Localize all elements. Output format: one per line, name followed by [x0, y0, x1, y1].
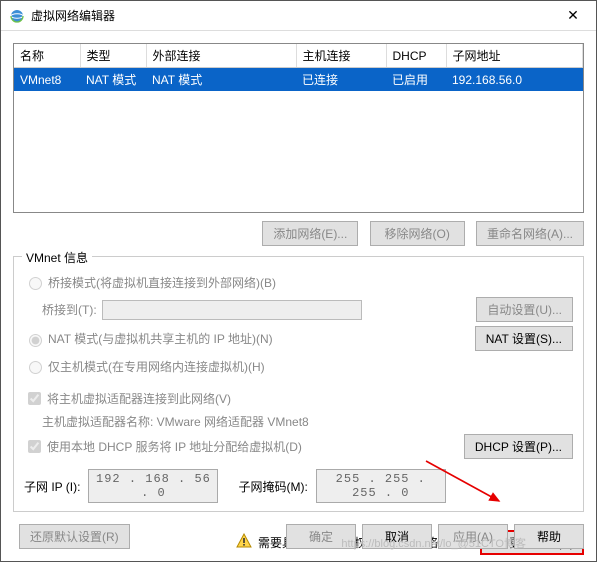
check-connect-host[interactable]	[28, 392, 41, 405]
subnet-mask-field[interactable]: 255 . 255 . 255 . 0	[316, 469, 446, 503]
label-nat: NAT 模式(与虚拟机共享主机的 IP 地址)(N)	[48, 330, 273, 347]
label-bridge-to: 桥接到(T):	[42, 301, 102, 318]
col-dhcp[interactable]: DHCP	[386, 44, 446, 68]
col-type[interactable]: 类型	[80, 44, 146, 68]
add-network-button[interactable]: 添加网络(E)...	[262, 221, 358, 246]
label-connect-host: 将主机虚拟适配器连接到此网络(V)	[47, 390, 231, 407]
label-hostonly: 仅主机模式(在专用网络内连接虚拟机)(H)	[48, 358, 265, 375]
auto-set-button[interactable]: 自动设置(U)...	[476, 297, 573, 322]
table-row[interactable]: VMnet8 NAT 模式 NAT 模式 已连接 已启用 192.168.56.…	[14, 68, 583, 92]
close-icon[interactable]: ✕	[558, 7, 588, 24]
cancel-button[interactable]: 取消	[362, 524, 432, 549]
col-subnet[interactable]: 子网地址	[446, 44, 583, 68]
col-host[interactable]: 主机连接	[296, 44, 386, 68]
label-bridge: 桥接模式(将虚拟机直接连接到外部网络)(B)	[48, 274, 276, 291]
label-subnet-ip: 子网 IP (I):	[24, 478, 80, 495]
vmnet-info-group: VMnet 信息 桥接模式(将虚拟机直接连接到外部网络)(B) 桥接到(T): …	[13, 256, 584, 512]
cell-external: NAT 模式	[146, 68, 296, 92]
col-external[interactable]: 外部连接	[146, 44, 296, 68]
cell-dhcp: 已启用	[386, 68, 446, 92]
nat-set-button[interactable]: NAT 设置(S)...	[475, 326, 573, 351]
cell-subnet: 192.168.56.0	[446, 68, 583, 92]
cell-host: 已连接	[296, 68, 386, 92]
app-icon	[9, 8, 25, 24]
radio-bridge[interactable]	[29, 277, 42, 290]
remove-network-button[interactable]: 移除网络(O)	[370, 221, 465, 246]
col-name[interactable]: 名称	[14, 44, 80, 68]
adapter-name: 主机虚拟适配器名称: VMware 网络适配器 VMnet8	[42, 413, 573, 430]
window-title: 虚拟网络编辑器	[31, 7, 558, 24]
ok-button[interactable]: 确定	[286, 524, 356, 549]
radio-hostonly[interactable]	[29, 361, 42, 374]
label-use-dhcp: 使用本地 DHCP 服务将 IP 地址分配给虚拟机(D)	[47, 438, 302, 455]
radio-nat[interactable]	[29, 334, 42, 347]
apply-button[interactable]: 应用(A)	[438, 524, 508, 549]
subnet-ip-field[interactable]: 192 . 168 . 56 . 0	[88, 469, 218, 503]
restore-defaults-button[interactable]: 还原默认设置(R)	[19, 524, 130, 549]
check-use-dhcp[interactable]	[28, 440, 41, 453]
cell-type: NAT 模式	[80, 68, 146, 92]
cell-name: VMnet8	[14, 68, 80, 92]
label-subnet-mask: 子网掩码(M):	[238, 478, 307, 495]
group-title: VMnet 信息	[22, 249, 92, 266]
network-table[interactable]: 名称 类型 外部连接 主机连接 DHCP 子网地址 VMnet8 NAT 模式 …	[13, 43, 584, 213]
bridge-select[interactable]	[102, 300, 362, 320]
rename-network-button[interactable]: 重命名网络(A)...	[476, 221, 584, 246]
help-button[interactable]: 帮助	[514, 524, 584, 549]
dhcp-set-button[interactable]: DHCP 设置(P)...	[464, 434, 573, 459]
